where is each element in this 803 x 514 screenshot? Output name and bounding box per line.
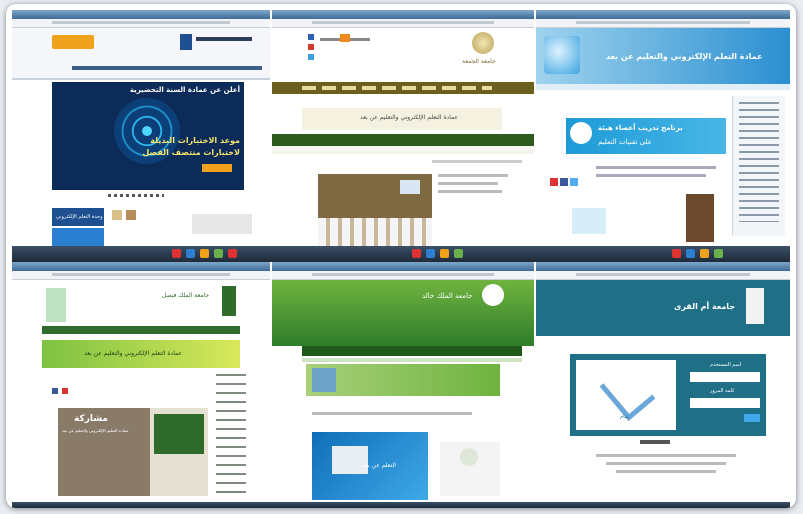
social-icon[interactable] xyxy=(308,34,314,40)
graduation-photo[interactable] xyxy=(318,174,432,246)
header-title: جامعة الملك خالد xyxy=(422,292,473,300)
taskbar-bottom xyxy=(12,502,790,508)
address-bar[interactable] xyxy=(272,271,534,280)
social-icon-2[interactable] xyxy=(560,178,568,186)
login-caption: تمام xyxy=(620,414,629,420)
promo-text: التعلم عن بعد xyxy=(362,462,396,469)
screenshot-collage: أعلن عن عمادة السنة التحضيرية موعد الاخت… xyxy=(6,4,796,508)
side-banner-2[interactable] xyxy=(52,228,104,246)
university-logo xyxy=(472,32,494,54)
tile-university-6[interactable]: جامعة أم القرى تمام اسم المستخدم كلمة ال… xyxy=(536,262,790,502)
social-icon-2[interactable] xyxy=(62,388,68,394)
tile-university-1[interactable]: أعلن عن عمادة السنة التحضيرية موعد الاخت… xyxy=(12,10,270,246)
address-bar[interactable] xyxy=(12,271,270,280)
address-bar[interactable] xyxy=(12,19,270,28)
window-titlebar xyxy=(12,10,270,19)
header-graphic xyxy=(46,288,66,322)
banner-line-3: لاختبارات منتصف الفصل xyxy=(142,148,240,157)
thumb-1[interactable] xyxy=(112,210,122,220)
logo-text: جامعة الجمعة xyxy=(462,58,496,65)
sidebar-menu[interactable] xyxy=(216,374,246,494)
address-bar[interactable] xyxy=(272,19,534,28)
password-input[interactable] xyxy=(690,398,760,408)
university-logo xyxy=(222,286,236,316)
sidebar-box[interactable] xyxy=(440,442,500,496)
username-input[interactable] xyxy=(690,372,760,382)
window-titlebar xyxy=(272,10,534,19)
main-banner[interactable] xyxy=(306,364,500,396)
top-nav[interactable] xyxy=(42,326,240,334)
tile-university-2[interactable]: جامعة الجمعة عمادة التعلم الإلكتروني وال… xyxy=(272,10,534,246)
sidebar-menu[interactable] xyxy=(732,96,785,236)
tile-university-3[interactable]: عمادة التعلم الإلكتروني والتعليم عن بعد … xyxy=(536,10,790,246)
address-bar[interactable] xyxy=(536,19,790,28)
cubes-graphic xyxy=(544,36,580,74)
header-badge xyxy=(340,34,350,42)
photo xyxy=(686,194,714,242)
banner-text: عمادة التعلم الإلكتروني والتعليم عن بعد xyxy=(84,350,183,357)
promo-line-1: برنامج تدريب أعضاء هيئة xyxy=(598,124,683,132)
welcome-text: عمادة التعلم الإلكتروني والتعليم عن بعد xyxy=(360,114,459,121)
login-button[interactable] xyxy=(744,414,760,422)
social-icon[interactable] xyxy=(550,178,558,186)
header-title: جامعة أم القرى xyxy=(674,302,736,311)
logo-text xyxy=(196,37,252,41)
chat-icon xyxy=(570,122,592,144)
banner-line-1: أعلن عن عمادة السنة التحضيرية xyxy=(129,86,240,94)
site-header xyxy=(12,28,270,80)
news-title: مشاركة xyxy=(74,414,108,424)
header-title: عمادة التعلم الإلكتروني والتعليم عن بعد xyxy=(606,52,763,61)
main-banner[interactable]: أعلن عن عمادة السنة التحضيرية موعد الاخت… xyxy=(52,82,244,190)
header-title: جامعة الملك فيصل xyxy=(162,292,210,299)
address-bar[interactable] xyxy=(536,271,790,280)
tile-university-4[interactable]: جامعة الملك فيصل عمادة التعلم الإلكتروني… xyxy=(12,262,270,502)
news-block xyxy=(192,214,252,234)
thumb-2[interactable] xyxy=(126,210,136,220)
check-icon xyxy=(599,364,656,421)
top-nav[interactable] xyxy=(302,346,522,356)
social-icon-2[interactable] xyxy=(308,44,314,50)
login-panel: تمام اسم المستخدم كلمة المرور xyxy=(570,354,766,436)
taskbar-top xyxy=(12,246,790,262)
top-nav[interactable] xyxy=(72,66,262,70)
window-titlebar xyxy=(536,262,790,271)
news-subtitle: عمادة التعليم الإلكتروني والتعليم عن بعد xyxy=(62,428,129,433)
sub-bar xyxy=(272,146,534,154)
tile-university-5[interactable]: جامعة الملك خالد التعلم عن بعد xyxy=(272,262,534,502)
social-icon-3[interactable] xyxy=(570,178,578,186)
header-badge[interactable] xyxy=(52,35,94,49)
section-bar xyxy=(272,134,534,146)
window-titlebar xyxy=(536,10,790,19)
login-link[interactable] xyxy=(640,440,670,444)
university-logo xyxy=(482,284,504,306)
social-icon[interactable] xyxy=(52,388,58,394)
banner-line-2: موعد الاختبارات البديلة xyxy=(150,136,240,145)
university-logo xyxy=(746,288,764,324)
banner-button[interactable] xyxy=(202,164,232,172)
side-banner-label: وحدة التعلم الإلكتروني xyxy=(56,214,103,220)
slider-dots[interactable] xyxy=(108,194,164,197)
window-titlebar xyxy=(272,262,534,271)
password-label: كلمة المرور xyxy=(710,388,735,394)
promo-line-2: على تقنيات التعليم xyxy=(598,138,652,146)
window-titlebar xyxy=(12,262,270,271)
social-icon-3[interactable] xyxy=(308,54,314,60)
ad-box[interactable] xyxy=(572,208,606,234)
university-logo xyxy=(180,34,192,50)
username-label: اسم المستخدم xyxy=(710,362,742,368)
